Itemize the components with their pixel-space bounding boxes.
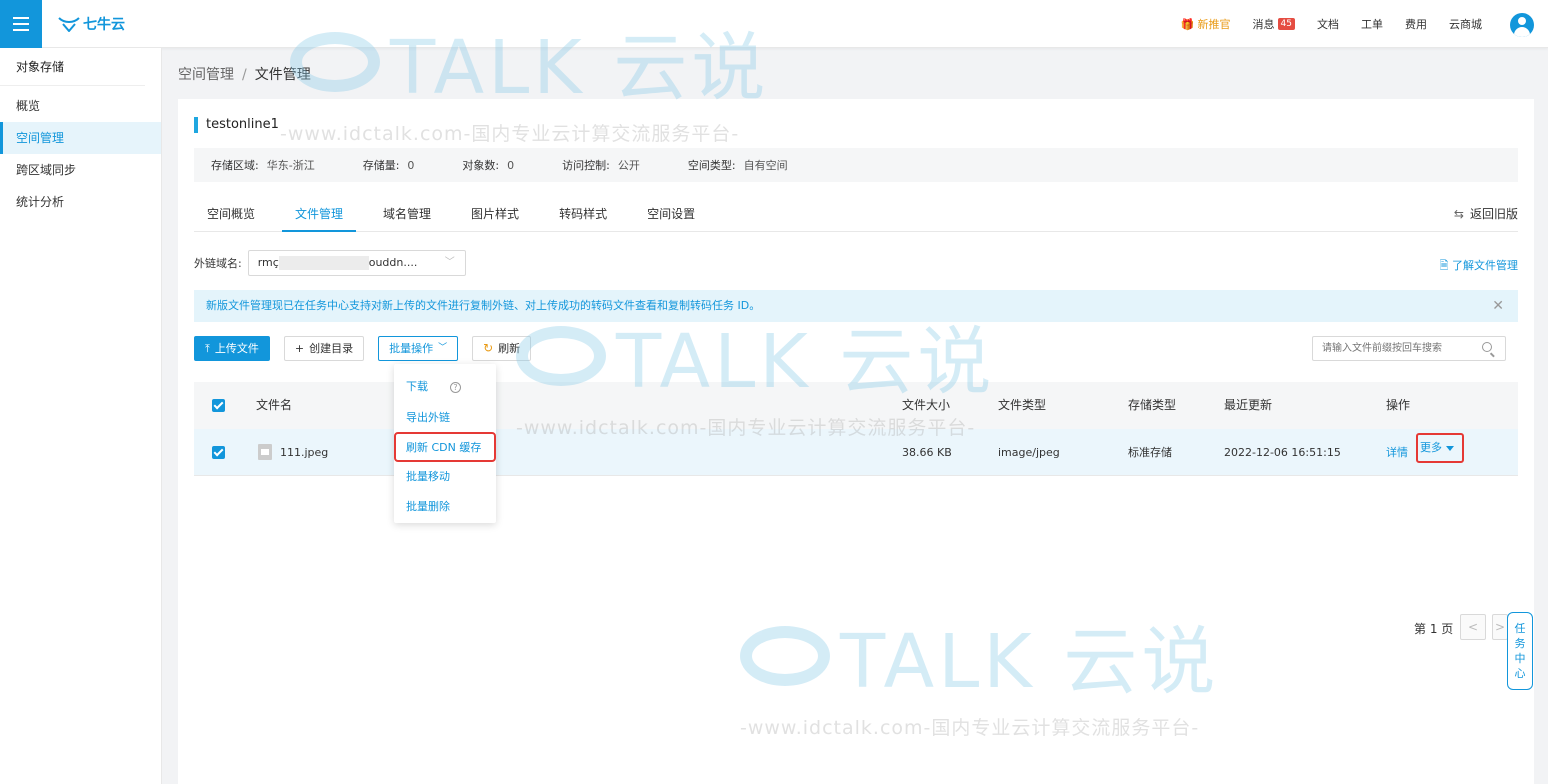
- caret-down-icon: [1446, 445, 1454, 451]
- breadcrumb-separator: /: [242, 67, 247, 83]
- tab-file-management[interactable]: 文件管理: [282, 199, 357, 232]
- domain-select[interactable]: rmç ouddn.... ﹀: [247, 250, 466, 276]
- file-search-input[interactable]: [1312, 336, 1506, 361]
- header-file-type: 文件类型: [998, 398, 1047, 412]
- chevron-down-icon: ﹀: [438, 343, 448, 353]
- sidebar-nav: 概览 空间管理 跨区域同步 统计分析: [0, 90, 161, 218]
- tab-image-styles[interactable]: 图片样式: [458, 199, 532, 232]
- learn-file-management-link[interactable]: 🗎 了解文件管理: [1440, 257, 1518, 276]
- user-avatar[interactable]: [1510, 13, 1534, 37]
- file-table: 文件名 文件大小 文件类型 存储类型 最近更新 操作 111.jpeg 38.6…: [194, 382, 1518, 476]
- last-updated: 2022-12-06 16:51:15: [1224, 446, 1341, 459]
- chevron-down-icon: ﹀: [444, 257, 455, 268]
- more-actions-button[interactable]: 更多: [1416, 433, 1464, 463]
- nav-label-promo: 新推官: [1197, 18, 1231, 31]
- sidebar-title: 对象存储: [0, 48, 145, 86]
- menu-item-export-links[interactable]: 导出外链: [406, 409, 450, 425]
- info-storage: 存储量: 0: [362, 159, 415, 172]
- bucket-name: testonline1: [194, 117, 279, 133]
- info-objects: 对象数: 0: [462, 159, 515, 172]
- brand-name: 七牛云: [83, 17, 125, 33]
- sidebar-item-cross-region-sync[interactable]: 跨区域同步: [0, 154, 161, 186]
- prev-page-button[interactable]: <: [1460, 614, 1486, 640]
- menu-icon[interactable]: [0, 0, 42, 48]
- batch-operations-menu: 下载? 导出外链 刷新 CDN 缓存 批量移动 批量删除: [394, 364, 496, 523]
- message-count-badge: 45: [1277, 18, 1295, 30]
- gift-icon: 🎁: [1180, 17, 1195, 31]
- info-access: 访问控制: 公开: [562, 159, 640, 172]
- sidebar-item-overview[interactable]: 概览: [0, 90, 161, 122]
- tab-transcode-styles[interactable]: 转码样式: [546, 199, 620, 232]
- qiniu-logo-icon: [58, 17, 80, 32]
- info-region: 存储区域: 华东-浙江: [211, 159, 315, 172]
- upload-file-button[interactable]: ⤒ 上传文件: [194, 336, 270, 361]
- file-name[interactable]: 111.jpeg: [280, 429, 328, 476]
- storage-type: 标准存储: [1128, 446, 1172, 459]
- sidebar: 对象存储 概览 空间管理 跨区域同步 统计分析: [0, 48, 162, 784]
- brand-logo[interactable]: 七牛云: [58, 14, 125, 34]
- notice-text: 新版文件管理现已在任务中心支持对新上传的文件进行复制外链、对上传成功的转码文件查…: [206, 299, 761, 312]
- sidebar-item-statistics[interactable]: 统计分析: [0, 186, 161, 218]
- notice-banner: 新版文件管理现已在任务中心支持对新上传的文件进行复制外链、对上传成功的转码文件查…: [194, 290, 1518, 322]
- image-file-icon: [258, 444, 272, 460]
- breadcrumb-current: 文件管理: [254, 67, 311, 83]
- file-type: image/jpeg: [998, 446, 1060, 459]
- menu-item-batch-move[interactable]: 批量移动: [406, 468, 450, 484]
- nav-label-messages: 消息: [1252, 18, 1275, 31]
- back-to-old-version[interactable]: ⇆ 返回旧版: [1454, 205, 1518, 222]
- nav-item-marketplace[interactable]: 云商城: [1449, 16, 1482, 32]
- nav-item-tickets[interactable]: 工单: [1361, 16, 1383, 32]
- page-indicator: 第 1 页: [1414, 622, 1454, 636]
- nav-item-billing[interactable]: 费用: [1405, 16, 1427, 32]
- task-center-label: 任务中心: [1514, 622, 1526, 680]
- task-center-button[interactable]: 任务中心: [1507, 612, 1533, 690]
- menu-item-batch-delete[interactable]: 批量删除: [406, 498, 450, 514]
- nav-item-messages[interactable]: 消息 45: [1253, 16, 1295, 32]
- nav-item-docs[interactable]: 文档: [1317, 16, 1339, 32]
- next-page-button[interactable]: >: [1492, 614, 1508, 640]
- header-file-size: 文件大小: [902, 398, 951, 412]
- detail-link[interactable]: 详情: [1386, 429, 1408, 476]
- sidebar-item-bucket-management[interactable]: 空间管理: [0, 122, 161, 154]
- header-operations: 操作: [1386, 398, 1411, 412]
- close-icon[interactable]: ✕: [1492, 290, 1504, 322]
- header-last-updated: 最近更新: [1224, 398, 1273, 412]
- header-storage-type: 存储类型: [1128, 398, 1177, 412]
- file-toolbar: ⤒ 上传文件 + 创建目录 批量操作 ﹀ ↻ 刷新: [194, 336, 532, 361]
- menu-item-download[interactable]: 下载?: [406, 378, 461, 394]
- top-bar: 七牛云 🎁 新推官 消息 45 文档 工单 费用 云商城: [0, 0, 1548, 48]
- table-header: 文件名 文件大小 文件类型 存储类型 最近更新 操作: [194, 382, 1518, 429]
- row-checkbox[interactable]: [212, 446, 225, 459]
- tab-bucket-settings[interactable]: 空间设置: [634, 199, 708, 232]
- plus-icon: +: [294, 342, 305, 355]
- select-all-checkbox[interactable]: [212, 399, 225, 412]
- redacted-region: [278, 256, 369, 270]
- header-file-name: 文件名: [256, 398, 293, 412]
- help-icon[interactable]: ?: [450, 382, 461, 393]
- bucket-info-bar: 存储区域: 华东-浙江 存储量: 0 对象数: 0 访问控制: 公开 空间类型: 自有空间: [194, 148, 1518, 182]
- table-row[interactable]: 111.jpeg 38.66 KB image/jpeg 标准存储 2022-1…: [194, 429, 1518, 476]
- refresh-icon: ↻: [483, 341, 494, 355]
- search-icon[interactable]: [1482, 342, 1492, 352]
- tab-domain-management[interactable]: 域名管理: [370, 199, 444, 232]
- switch-icon: ⇆: [1453, 207, 1464, 221]
- bucket-tabs: 空间概览 文件管理 域名管理 图片样式 转码样式 空间设置: [194, 199, 1518, 232]
- nav-item-promo[interactable]: 🎁 新推官: [1181, 16, 1231, 32]
- domain-row: 外链域名: rmç ouddn.... ﹀: [194, 250, 466, 276]
- document-icon: 🗎: [1439, 259, 1452, 272]
- breadcrumb: 空间管理 / 文件管理: [178, 64, 311, 84]
- breadcrumb-parent[interactable]: 空间管理: [178, 67, 234, 83]
- create-directory-button[interactable]: + 创建目录: [283, 336, 365, 361]
- batch-operations-button[interactable]: 批量操作 ﹀: [378, 336, 459, 361]
- upload-icon: ⤒: [205, 342, 210, 355]
- menu-item-refresh-cdn-cache[interactable]: 刷新 CDN 缓存: [406, 439, 481, 455]
- file-size: 38.66 KB: [902, 446, 952, 459]
- info-type: 空间类型: 自有空间: [687, 159, 788, 172]
- top-nav: 🎁 新推官 消息 45 文档 工单 费用 云商城: [1159, 0, 1482, 48]
- domain-label: 外链域名:: [194, 257, 242, 270]
- tab-overview[interactable]: 空间概览: [194, 199, 268, 232]
- refresh-button[interactable]: ↻ 刷新: [472, 336, 532, 361]
